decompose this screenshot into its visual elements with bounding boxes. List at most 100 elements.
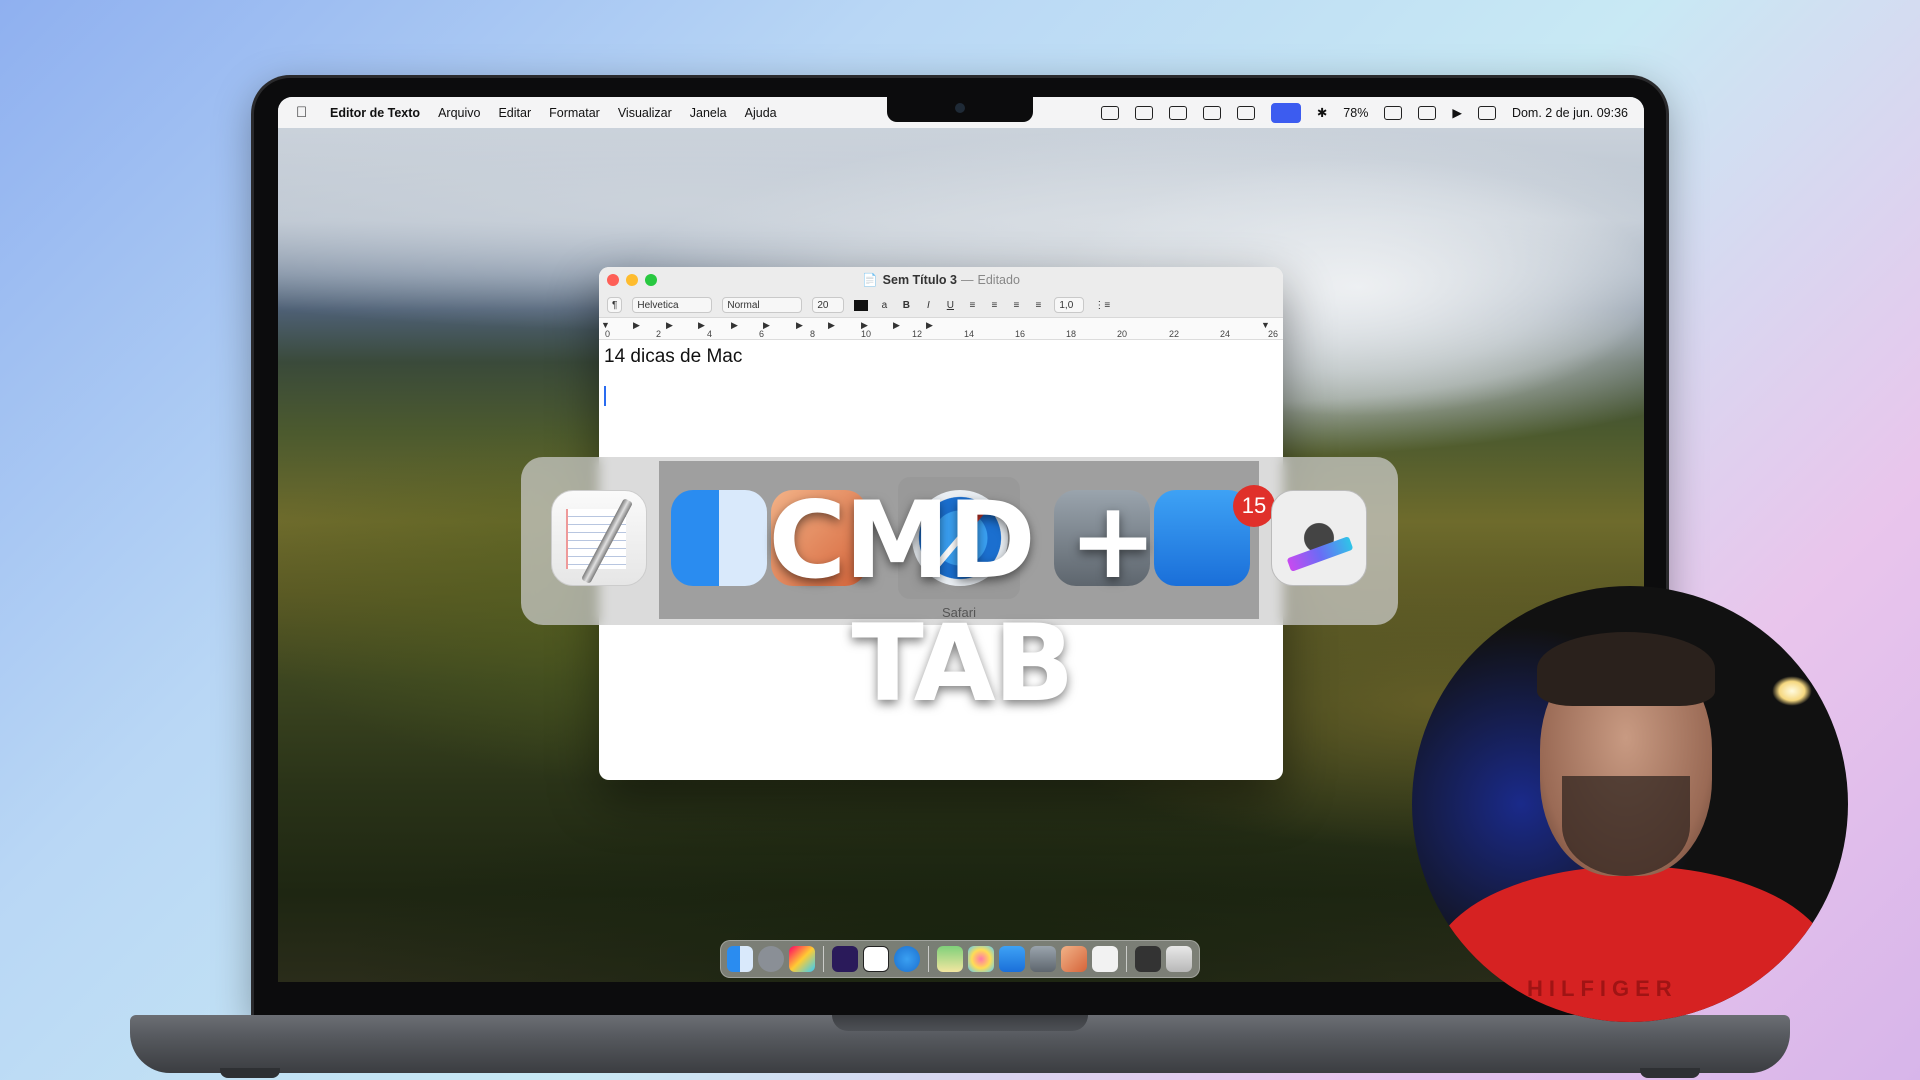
minimize-button[interactable] [626, 274, 638, 286]
align-center-icon[interactable]: ≡ [988, 300, 1000, 311]
tab-stop-marker[interactable]: ▶ [633, 320, 640, 331]
downloads-dock-icon[interactable] [1135, 946, 1161, 972]
document-text[interactable]: 14 dicas de Mac [604, 346, 1278, 368]
affinity-dock-icon[interactable] [832, 946, 858, 972]
ruler-tick: 0 [605, 329, 611, 339]
ruler-tick: 16 [1015, 329, 1026, 339]
line-spacing-select[interactable]: 1,0 [1054, 297, 1085, 313]
text-color-swatch[interactable] [854, 299, 869, 311]
menu-visualizar[interactable]: Visualizar [618, 106, 672, 120]
document-body[interactable]: 14 dicas de Mac [599, 340, 1283, 412]
window-titlebar[interactable]: 📄 Sem Título 3 — Editado [599, 267, 1283, 293]
dock-separator [1126, 946, 1127, 972]
tab-stop-marker[interactable]: ▶ [926, 320, 933, 331]
format-toolbar: ¶ Helvetica Normal 20 a B I U ≡ ≡ ≡ ≡ 1,… [599, 293, 1283, 318]
screen-mirror-icon[interactable] [1134, 105, 1153, 120]
ruler-tick: 12 [912, 329, 923, 339]
font-family-select[interactable]: Helvetica [632, 297, 713, 313]
tab-stop-marker[interactable]: ▶ [828, 320, 835, 331]
tab-stop-marker[interactable]: ▶ [763, 320, 770, 331]
list-icon[interactable]: ⋮≡ [1094, 300, 1110, 311]
dock [720, 940, 1200, 978]
webcam-overlay: HILFIGER [1412, 586, 1848, 1022]
presenter-beard [1562, 776, 1690, 876]
tab-stop-marker[interactable]: ▶ [698, 320, 705, 331]
download-icon[interactable] [1202, 105, 1221, 120]
ruler-tick: 2 [656, 329, 662, 339]
selected-app-label: Safari [942, 605, 976, 620]
photos-dock-icon[interactable] [968, 946, 994, 972]
display-icon[interactable] [1168, 105, 1187, 120]
apple-menu-icon[interactable]:  [296, 104, 310, 121]
notion-dock-icon[interactable] [863, 946, 889, 972]
align-justify-icon[interactable]: ≡ [1032, 300, 1044, 311]
menu-janela[interactable]: Janela [690, 106, 727, 120]
maps-dock-icon[interactable] [937, 946, 963, 972]
trash-dock-icon[interactable] [1166, 946, 1192, 972]
font-style-select[interactable]: Normal [722, 297, 803, 313]
presenter-icon[interactable] [1270, 102, 1301, 123]
italic-button[interactable]: I [922, 300, 934, 311]
font-size-select[interactable]: 20 [812, 297, 845, 313]
cmd-tab-overlay-text: CMD + TAB [768, 479, 1158, 725]
close-button[interactable] [607, 274, 619, 286]
play-icon[interactable]: ▶ [1452, 105, 1462, 120]
ruler[interactable]: ▼ ▶ ▶ ▶ ▶ ▶ ▶ ▶ ▶ ▶ ▶ ▼ 0 2 4 6 8 10 12 … [599, 318, 1283, 340]
title-separator: — [961, 273, 974, 287]
lamp-light [1772, 676, 1812, 706]
ruler-tick: 20 [1117, 329, 1128, 339]
final-cut-app-icon[interactable] [1271, 490, 1367, 586]
safari-dock-icon[interactable] [894, 946, 920, 972]
ruler-tick: 26 [1268, 329, 1279, 339]
dock-separator [823, 946, 824, 972]
menu-editar[interactable]: Editar [498, 106, 531, 120]
menu-arquivo[interactable]: Arquivo [438, 106, 480, 120]
ruler-tick: 8 [810, 329, 816, 339]
paragraph-style-select[interactable]: ¶ [607, 297, 623, 313]
hand-icon[interactable] [1236, 105, 1255, 120]
ruler-tick: 6 [759, 329, 765, 339]
highlight-icon[interactable]: a [878, 300, 890, 311]
shirt-logo-text: HILFIGER [1527, 976, 1678, 1001]
dock-separator [928, 946, 929, 972]
laptop-foot-left [220, 1068, 280, 1078]
tab-stop-marker[interactable]: ▶ [893, 320, 900, 331]
kiwi-dock-icon[interactable] [1061, 946, 1087, 972]
menu-ajuda[interactable]: Ajuda [745, 106, 777, 120]
keyboard-icon[interactable] [1418, 105, 1437, 120]
presenter-hair [1537, 632, 1715, 706]
ruler-tick: 14 [964, 329, 975, 339]
align-right-icon[interactable]: ≡ [1010, 300, 1022, 311]
laptop-hinge [832, 1015, 1088, 1031]
zoom-button[interactable] [645, 274, 657, 286]
window-title: Sem Título 3 [882, 273, 957, 287]
menu-formatar[interactable]: Formatar [549, 106, 600, 120]
camera-notch [887, 97, 1033, 122]
underline-button[interactable]: U [944, 300, 956, 311]
window-status: Editado [977, 273, 1020, 287]
ruler-tick: 4 [707, 329, 713, 339]
screen-record-icon[interactable] [1100, 105, 1119, 120]
bold-button[interactable]: B [900, 300, 912, 311]
textedit-app-icon[interactable] [551, 490, 647, 586]
control-center-icon[interactable] [1477, 105, 1496, 120]
tab-stop-marker[interactable]: ▶ [666, 320, 673, 331]
ruler-tick: 24 [1220, 329, 1231, 339]
align-left-icon[interactable]: ≡ [966, 300, 978, 311]
battery-icon[interactable] [1384, 105, 1403, 120]
mail-dock-icon[interactable] [999, 946, 1025, 972]
ruler-tick: 10 [861, 329, 872, 339]
preview-dock-icon[interactable] [1030, 946, 1056, 972]
tab-stop-marker[interactable]: ▶ [796, 320, 803, 331]
app-switcher: 15 CMD + TAB Safari [521, 457, 1398, 725]
textedit-dock-icon[interactable] [1092, 946, 1118, 972]
tab-stop-marker[interactable]: ▶ [731, 320, 738, 331]
text-caret [604, 386, 606, 406]
bluetooth-icon[interactable]: ✱ [1317, 105, 1327, 120]
settings-dock-icon[interactable] [758, 946, 784, 972]
laptop-foot-right [1640, 1068, 1700, 1078]
menu-clock[interactable]: Dom. 2 de jun. 09:36 [1512, 106, 1628, 120]
finder-dock-icon[interactable] [727, 946, 753, 972]
app-name-menu[interactable]: Editor de Texto [330, 106, 420, 120]
launchpad-dock-icon[interactable] [789, 946, 815, 972]
